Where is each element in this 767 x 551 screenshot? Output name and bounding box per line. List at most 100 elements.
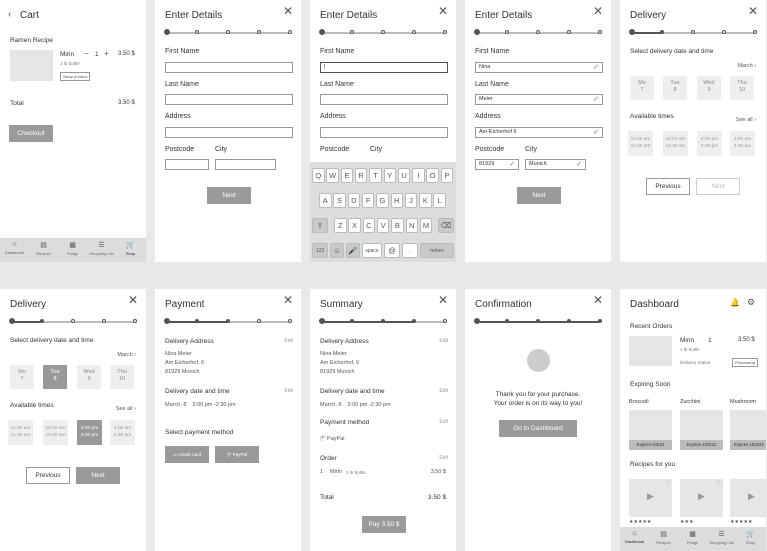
key-d[interactable]: D — [347, 193, 361, 208]
day-tile-selected[interactable]: Tue 8 — [43, 365, 67, 389]
edit-link[interactable]: Edit — [439, 338, 448, 344]
nav-dashboard[interactable]: ⌂ Dashboard — [620, 530, 649, 544]
address-field[interactable] — [320, 127, 448, 138]
key-i[interactable]: I — [412, 168, 425, 183]
key-b[interactable]: B — [391, 218, 404, 233]
mic-key[interactable]: 🎤 — [346, 243, 360, 258]
expiring-card[interactable]: Expires 15/3/22 — [730, 410, 766, 450]
previous-button[interactable]: Previous — [26, 467, 70, 484]
close-icon[interactable]: ✕ — [593, 293, 603, 307]
day-tile[interactable]: Wed 9 — [77, 365, 101, 389]
minus-button[interactable]: − — [84, 49, 89, 58]
next-button-disabled[interactable]: Next — [696, 178, 740, 195]
time-slot-selected[interactable]: 2:00 pm 2:30 pm — [77, 420, 102, 445]
key-return[interactable]: return — [420, 243, 454, 258]
key-f[interactable]: F — [361, 193, 375, 208]
see-all-link[interactable]: See all › — [736, 117, 756, 123]
key-y[interactable]: Y — [383, 168, 396, 183]
next-button[interactable]: Next — [76, 467, 120, 484]
key-g[interactable]: G — [376, 193, 389, 208]
time-slot[interactable]: 11:00 am 11:30 am — [8, 420, 33, 445]
backspace-key[interactable]: ⌫ — [438, 218, 454, 233]
time-slot[interactable]: 11:00 am 11:30 am — [628, 131, 653, 156]
last-name-field[interactable] — [165, 94, 293, 105]
time-slot[interactable]: 2:00 pm 2:30 pm — [697, 131, 722, 156]
close-icon[interactable]: ✕ — [438, 4, 448, 18]
nav-shopping-list[interactable]: ☰ Shopping List — [707, 530, 736, 545]
key-s[interactable]: S — [333, 193, 346, 208]
emoji-key[interactable]: ☺ — [330, 243, 344, 258]
expiring-card[interactable]: Expires 12/3/22 — [680, 410, 723, 450]
bell-icon[interactable]: 🔔 — [730, 298, 740, 307]
nav-shop[interactable]: 🛒 Shop — [116, 241, 145, 256]
nav-recipes[interactable]: ▤ Recipes — [29, 241, 58, 256]
paypal-button[interactable]: Ⓟ PayPal — [215, 446, 259, 463]
key-k[interactable]: K — [419, 193, 432, 208]
key-v[interactable]: V — [376, 218, 390, 233]
day-tile[interactable]: Tue 8 — [663, 76, 687, 100]
close-icon[interactable]: ✕ — [438, 293, 448, 307]
key-e[interactable]: E — [340, 168, 354, 183]
month-selector[interactable]: March › — [737, 63, 756, 69]
recipe-card[interactable]: ▶ ♡ — [680, 479, 723, 517]
close-icon[interactable]: ✕ — [128, 293, 138, 307]
close-icon[interactable]: ✕ — [283, 4, 293, 18]
time-slot[interactable]: 4:00 am 4:30 am — [730, 131, 755, 156]
expiring-card[interactable]: Expires 5/3/22 — [629, 410, 672, 450]
see-all-link[interactable]: See all › — [116, 406, 136, 412]
key-at[interactable]: @ — [384, 243, 400, 258]
last-name-field[interactable]: Meier ✓ — [475, 94, 603, 105]
month-selector[interactable]: March › — [117, 352, 136, 358]
key-123[interactable]: 123 — [312, 243, 328, 258]
address-field[interactable]: Am Eicherhof 6 ✓ — [475, 127, 603, 138]
postcode-field[interactable] — [165, 159, 209, 170]
gear-icon[interactable]: ⚙ — [747, 297, 755, 308]
nav-shop[interactable]: 🛒 Shop — [736, 530, 765, 545]
heart-icon[interactable]: ♡ — [716, 480, 721, 487]
key-t[interactable]: T — [369, 168, 382, 183]
day-tile[interactable]: Thu 10 — [730, 76, 754, 100]
first-name-field-focused[interactable]: | — [320, 62, 448, 73]
nav-shopping-list[interactable]: ☰ Shopping List — [87, 241, 116, 256]
key-n[interactable]: N — [405, 218, 418, 233]
swap-product-button[interactable]: Swap product — [60, 72, 91, 81]
key-o[interactable]: O — [426, 168, 439, 183]
time-slot[interactable]: 12:00 am 12:30 am — [663, 131, 688, 156]
day-tile[interactable]: Wed 9 — [697, 76, 721, 100]
key-j[interactable]: J — [404, 193, 418, 208]
edit-link[interactable]: Edit — [439, 388, 448, 394]
close-icon[interactable]: ✕ — [748, 4, 758, 18]
key-dot[interactable]: . — [402, 243, 418, 258]
close-icon[interactable]: ✕ — [283, 293, 293, 307]
checkout-button[interactable]: Checkout — [9, 125, 53, 142]
nav-fridge[interactable]: ▦ Fridge — [678, 530, 707, 545]
key-c[interactable]: C — [362, 218, 376, 233]
shift-key[interactable]: ⇧ — [312, 218, 328, 233]
key-m[interactable]: M — [419, 218, 433, 233]
postcode-field[interactable]: 81929 ✓ — [475, 159, 519, 170]
edit-link[interactable]: Edit — [284, 388, 293, 394]
heart-icon[interactable]: ♡ — [665, 480, 670, 487]
recipe-card[interactable]: ▶ ♡ — [629, 479, 672, 517]
key-r[interactable]: R — [354, 168, 368, 183]
last-name-field[interactable] — [320, 94, 448, 105]
city-field[interactable] — [215, 159, 276, 170]
close-icon[interactable]: ✕ — [593, 4, 603, 18]
key-q[interactable]: Q — [312, 168, 325, 183]
key-p[interactable]: P — [440, 168, 454, 183]
key-a[interactable]: A — [319, 193, 332, 208]
nav-dashboard[interactable]: ⌂ Dashboard — [0, 241, 29, 255]
edit-link[interactable]: Edit — [439, 455, 448, 461]
time-slot[interactable]: 12:00 am 12:30 am — [43, 420, 68, 445]
key-w[interactable]: W — [326, 168, 339, 183]
pay-button[interactable]: Pay 3.50 $ — [362, 516, 406, 533]
nav-fridge[interactable]: ▦ Fridge — [58, 241, 87, 256]
first-name-field[interactable] — [165, 62, 293, 73]
go-to-dashboard-button[interactable]: Go to Dashboard — [499, 420, 577, 437]
nav-recipes[interactable]: ▤ Recipes — [649, 530, 678, 545]
plus-button[interactable]: + — [104, 49, 109, 58]
key-h[interactable]: H — [390, 193, 403, 208]
recipe-card[interactable]: ▶ ♡ — [730, 479, 766, 517]
time-slot[interactable]: 4:00 am 4:30 am — [110, 420, 135, 445]
key-l[interactable]: L — [433, 193, 446, 208]
